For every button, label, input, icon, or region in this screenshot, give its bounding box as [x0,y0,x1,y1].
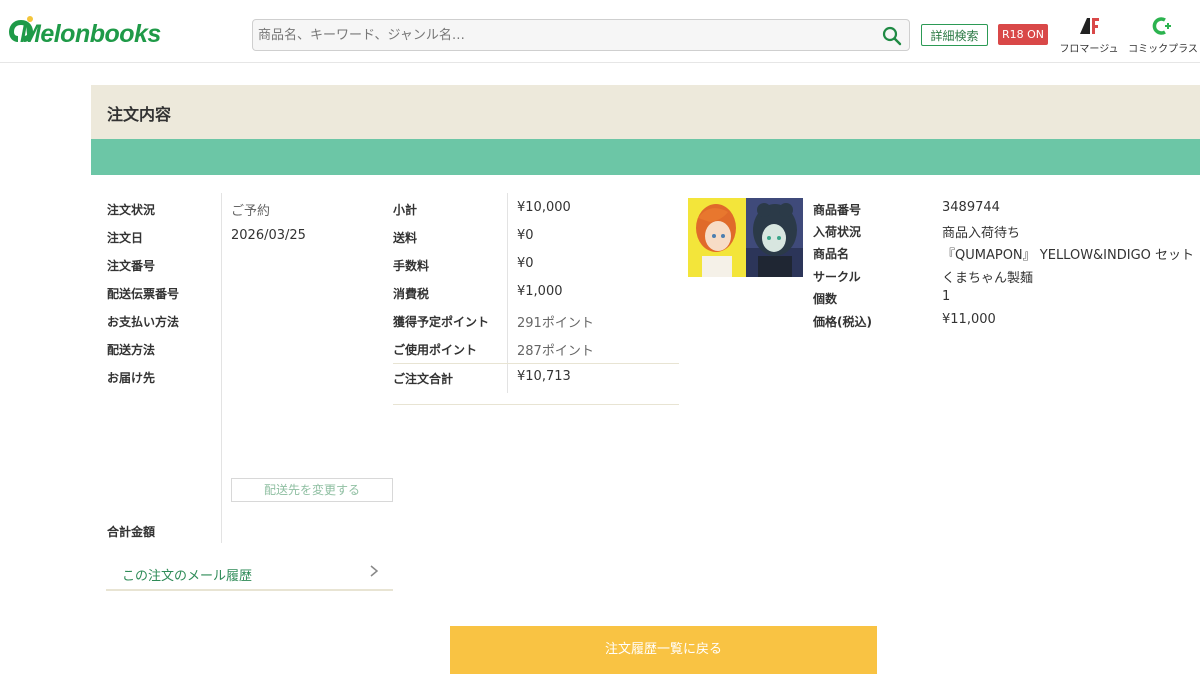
circle-name-value[interactable]: くまちゃん製麺 [942,267,1033,286]
order-number-label: 注文番号 [107,259,156,273]
order-status-value: ご予約 [231,204,271,219]
chevron-right-icon [370,565,379,577]
price-value: ¥11,000 [942,312,996,327]
melonbooks-logo[interactable]: Melonbooks [6,14,161,54]
payment-method-label: お支払い方法 [107,315,180,329]
brand-comicplus-link[interactable]: コミックプラス [1123,16,1200,55]
quantity-value: 1 [942,289,951,304]
product-id-label: 商品番号 [813,203,862,217]
advanced-search-button[interactable]: 詳細検索 [921,24,988,46]
stock-status-value: 商品入荷待ち [942,226,1021,241]
page-title: 注文内容 [107,105,172,124]
search-input[interactable] [253,20,873,50]
mail-history-label: この注文のメール履歴 [122,569,253,584]
price-label: 価格(税込) [813,315,872,329]
shipping-fee-value: ¥0 [517,228,534,243]
order-status-bar [91,139,1200,175]
product-thumbnail[interactable] [688,198,803,277]
info-divider [221,193,222,543]
fromage-logo-icon [1080,18,1099,34]
handling-fee-value: ¥0 [517,256,534,271]
summary-total-divider [393,363,679,364]
circle-label: サークル [813,270,861,284]
brand-fromage-label: フロマージュ [1059,44,1119,55]
quantity-label: 個数 [813,292,838,306]
site-header: Melonbooks 詳細検索 R18 ON フロマージュ コミックプラス [0,0,1200,63]
points-used-label: ご使用ポイント [393,343,478,357]
order-date-value: 2026/03/25 [231,228,306,243]
mail-history-link[interactable]: この注文のメール履歴 [106,558,393,591]
product-id-value: 3489744 [942,200,1000,215]
total-amount-label: 合計金額 [107,525,156,539]
tax-value: ¥1,000 [517,284,563,299]
brand-fromage-link[interactable]: フロマージュ [1049,16,1129,55]
stock-status-label: 入荷状況 [813,225,862,239]
tracking-number-label: 配送伝票番号 [107,287,180,301]
brand-comicplus-label: コミックプラス [1128,44,1198,55]
logo-text: Melonbooks [20,20,161,48]
back-to-order-history-button[interactable]: 注文履歴一覧に戻る [450,626,877,674]
change-address-button[interactable]: 配送先を変更する [231,478,393,502]
subtotal-value: ¥10,000 [517,200,571,215]
r18-toggle-button[interactable]: R18 ON [998,24,1048,45]
order-total-label: ご注文合計 [393,372,454,386]
product-name-label: 商品名 [813,247,850,261]
subtotal-label: 小計 [393,203,418,217]
search-box [252,19,910,51]
handling-fee-label: 手数料 [393,259,430,273]
tax-label: 消費税 [393,287,430,301]
shipping-method-label: 配送方法 [107,343,156,357]
points-earned-label: 獲得予定ポイント [393,315,490,329]
search-icon[interactable] [881,25,903,47]
order-total-value: ¥10,713 [517,369,571,384]
comicplus-logo-icon [1152,17,1171,35]
points-earned-value: 291ポイント [517,316,594,331]
order-details-header: 注文内容 [91,85,1200,139]
summary-bottom-divider [393,404,679,405]
product-name-value[interactable]: 『QUMAPON』 YELLOW&INDIGO セット [942,244,1194,263]
order-date-label: 注文日 [107,231,144,245]
shipping-fee-label: 送料 [393,231,418,245]
product-image [688,198,803,277]
points-used-value: 287ポイント [517,344,594,359]
destination-label: お届け先 [107,371,156,385]
order-status-label: 注文状況 [107,203,156,217]
